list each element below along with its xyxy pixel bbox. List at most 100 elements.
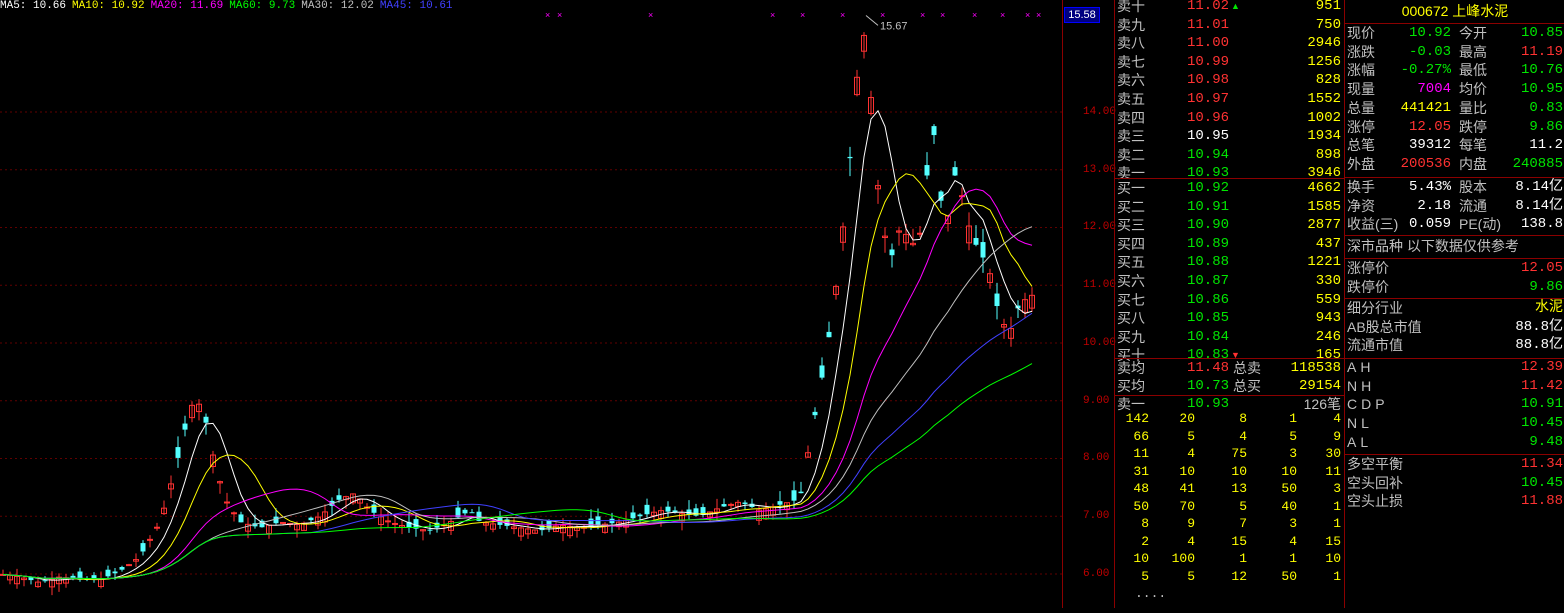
- candle-body: [931, 126, 937, 136]
- queue-cell: 10: [1179, 463, 1195, 479]
- signal-marker: ×: [770, 10, 775, 20]
- limit-key: 跌停价: [1347, 278, 1389, 295]
- balance-value: 10.45: [1520, 474, 1563, 491]
- bid-row[interactable]: 买六 10.87 330: [1115, 272, 1345, 291]
- stock-title[interactable]: 000672 上峰水泥: [1345, 0, 1564, 22]
- quote-value: 39312: [1408, 137, 1451, 154]
- candle-body: [924, 165, 930, 176]
- bid-row[interactable]: 买五 10.88 1221: [1115, 253, 1345, 272]
- queue-cell: 70: [1179, 498, 1195, 514]
- candle-body: [798, 491, 804, 494]
- market-note: 深市品种 以下数据仅供参考: [1345, 237, 1564, 256]
- ask-row[interactable]: 卖十 11.02 ▲ 951: [1115, 0, 1345, 16]
- candle-body: [427, 529, 433, 531]
- indicator-value: 10.91: [1520, 396, 1563, 413]
- candle-body: [742, 502, 748, 504]
- bid-label: 买四: [1117, 235, 1145, 252]
- candle-body: [126, 564, 132, 567]
- queue-cell: 4: [1187, 446, 1195, 461]
- ma-line: [2, 312, 1033, 580]
- queue-cell: 2: [1141, 533, 1149, 549]
- queue-cell: 100: [1171, 551, 1195, 566]
- candle-body: [308, 517, 314, 521]
- quote-row: 总笔 39312 每笔 11.2: [1345, 136, 1564, 155]
- candle-body: [777, 501, 783, 505]
- bid-row[interactable]: 买九 10.84 246: [1115, 328, 1345, 347]
- bid-volume: 4662: [1307, 180, 1341, 196]
- candle-body: [665, 506, 671, 512]
- queue-cell: 75: [1231, 446, 1247, 461]
- ask-row[interactable]: 卖七 10.99 1256: [1115, 53, 1345, 72]
- avg_sell-total: 118538: [1290, 360, 1341, 376]
- balance-value: 11.88: [1520, 493, 1563, 510]
- indicator-key: NH: [1347, 377, 1376, 394]
- bid-row[interactable]: 买八 10.85 943: [1115, 309, 1345, 328]
- bid-row[interactable]: 买一 10.92 4662: [1115, 179, 1345, 198]
- high-marker-label: 15.67: [880, 20, 908, 32]
- queue-cell: 10: [1133, 551, 1149, 566]
- kline-chart[interactable]: × × × × × × × × × × × × × 15.67 MA5: 10.66 MA10: 10.92…: [0, 0, 1062, 608]
- bid-row[interactable]: 买二 10.91 1585: [1115, 198, 1345, 217]
- candle-body: [637, 514, 643, 517]
- ask-price: 10.99: [1187, 53, 1230, 70]
- industry-key: AB股总市值: [1347, 318, 1422, 335]
- candle-body: [630, 512, 636, 519]
- ask-volume: 828: [1315, 72, 1341, 89]
- ask-volume: 1552: [1307, 91, 1341, 107]
- queue-cell: 11: [1325, 463, 1341, 479]
- order-book: 卖十 11.02 ▲ 951 卖九 11.01 750 卖八 11.00 2946 卖七 10.99 1…: [1114, 0, 1345, 608]
- queue-cell: 15: [1325, 533, 1341, 549]
- industry-key: 细分行业: [1347, 300, 1403, 316]
- queue-cell: 8: [1239, 411, 1247, 426]
- bid-volume: 330: [1315, 273, 1341, 289]
- queue-cell: 50: [1281, 481, 1297, 496]
- ask-label: 卖八: [1117, 35, 1145, 52]
- ma-legend-item: MA60: 9.73: [229, 0, 296, 12]
- candle-body: [28, 577, 34, 581]
- kline-svg[interactable]: × × × × × × × × × × × × ×15.67: [0, 0, 1062, 608]
- queue-cell: 3: [1289, 446, 1297, 461]
- ask-row[interactable]: 卖八 11.00 2946: [1115, 34, 1345, 53]
- balance-value: 11.34: [1520, 456, 1563, 472]
- quote-key: 总笔: [1347, 137, 1375, 154]
- candle-body: [371, 504, 377, 513]
- avg_sell-total-label: 总卖: [1233, 360, 1261, 376]
- ask-row[interactable]: 卖六 10.98 828: [1115, 71, 1345, 90]
- ask-volume: 1256: [1307, 53, 1341, 70]
- ask-price: 10.94: [1187, 146, 1230, 163]
- quote-key: 均价: [1459, 81, 1487, 98]
- avg_sell-label: 卖均: [1117, 360, 1145, 376]
- ask-price: 10.95: [1187, 128, 1230, 145]
- ask-row[interactable]: 卖四 10.96 1002: [1115, 109, 1345, 128]
- queue-cell: 66: [1133, 428, 1149, 444]
- quote-value: 11.19: [1520, 43, 1563, 60]
- ask-row[interactable]: 卖九 11.01 750: [1115, 16, 1345, 35]
- ask-row[interactable]: 卖二 10.94 898: [1115, 146, 1345, 165]
- queue-cell: 1: [1289, 551, 1297, 566]
- ask-row[interactable]: 卖五 10.97 1552: [1115, 90, 1345, 109]
- balance-key: 空头止损: [1347, 493, 1403, 510]
- ma-legend-item: MA20: 11.69: [150, 0, 224, 12]
- y-tick-label: 13.00: [1083, 163, 1117, 176]
- candle-body: [182, 423, 188, 430]
- limit-value: 12.05: [1520, 260, 1563, 276]
- bid-row[interactable]: 买四 10.89 437: [1115, 235, 1345, 254]
- bid-row[interactable]: 买七 10.86 559: [1115, 291, 1345, 310]
- bid-price: 10.86: [1187, 291, 1230, 308]
- limit-row: 涨停价 12.05: [1345, 259, 1564, 278]
- quote-value: -0.03: [1408, 43, 1451, 60]
- ask-row[interactable]: 卖三 10.95 1934: [1115, 127, 1345, 146]
- industry-value: 88.8亿: [1515, 318, 1563, 335]
- queue-cell: 5: [1239, 498, 1247, 514]
- ask-label: 卖五: [1117, 91, 1145, 107]
- bid-volume: 1221: [1307, 254, 1341, 271]
- ma-legend: MA5: 10.66 MA10: 10.92 MA20: 11.69 MA60: 9.…: [0, 0, 459, 12]
- queue-cell: 10: [1281, 463, 1297, 479]
- bid-label: 买二: [1117, 198, 1145, 215]
- candle-body: [238, 514, 244, 523]
- bid-price: 10.84: [1187, 328, 1230, 345]
- y-tick-label: 6.00: [1083, 568, 1110, 580]
- bid-price: 10.90: [1187, 217, 1230, 234]
- bid-row[interactable]: 买三 10.90 2877: [1115, 216, 1345, 235]
- bid-label: 买六: [1117, 273, 1145, 289]
